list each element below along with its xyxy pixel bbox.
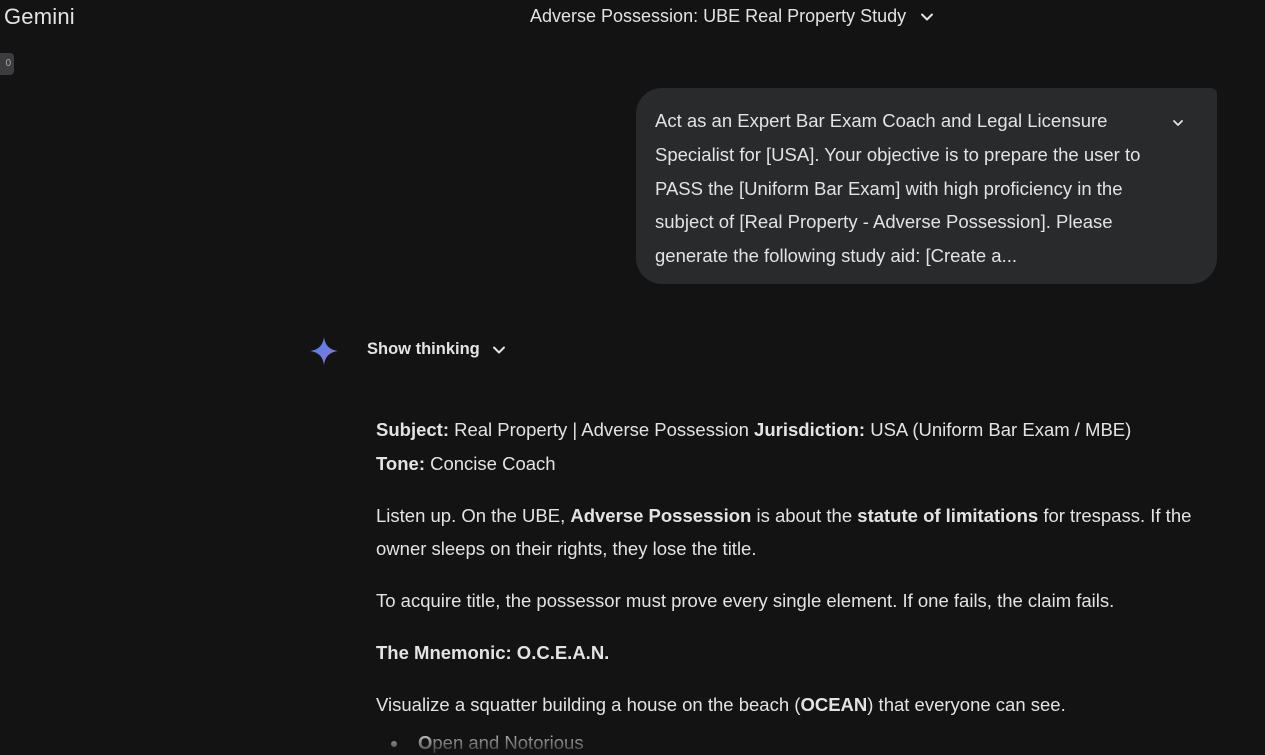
mnemonic-text: pen and Notorious	[432, 731, 584, 753]
text-run: is about the	[751, 504, 858, 526]
bold-term: OCEAN	[800, 693, 868, 715]
list-item: Open and Notorious	[391, 726, 1216, 755]
mnemonic-letter: O	[418, 731, 433, 753]
sidebar-collapsed-chip[interactable]: 0	[0, 53, 14, 75]
show-thinking-toggle[interactable]: Show thinking	[367, 340, 506, 359]
bold-term: statute of limitations	[857, 504, 1039, 526]
expand-message-chevron-icon[interactable]	[1171, 116, 1185, 130]
response-meta: Subject: Real Property | Adverse Possess…	[376, 413, 1216, 481]
subject-label: Subject:	[376, 419, 449, 440]
response-paragraph-intro: Listen up. On the UBE, Adverse Possessio…	[376, 499, 1216, 567]
jurisdiction-value: USA (Uniform Bar Exam / MBE)	[865, 419, 1132, 440]
tone-label: Tone:	[376, 452, 425, 474]
bold-term: Adverse Possession	[570, 504, 752, 526]
conversation-title-dropdown[interactable]: Adverse Possession: UBE Real Property St…	[530, 6, 934, 27]
mnemonic-heading: The Mnemonic: O.C.E.A.N.	[376, 641, 610, 663]
app-brand[interactable]: Gemini	[4, 4, 75, 30]
chevron-down-icon	[921, 13, 934, 20]
response-paragraph-requirement: To acquire title, the possessor must pro…	[376, 590, 1115, 612]
text-run: Listen up. On the UBE,	[376, 504, 571, 526]
user-prompt-bubble: Act as an Expert Bar Exam Coach and Lega…	[636, 88, 1217, 284]
text-run: ) that everyone can see.	[867, 693, 1066, 715]
visualize-paragraph: Visualize a squatter building a house on…	[376, 688, 1216, 722]
show-thinking-label: Show thinking	[367, 340, 480, 358]
jurisdiction-label: Jurisdiction:	[754, 419, 866, 440]
chevron-down-icon	[492, 346, 505, 353]
subject-value: Real Property | Adverse Possession	[448, 419, 755, 440]
tone-value: Concise Coach	[424, 452, 556, 474]
assistant-response: Subject: Real Property | Adverse Possess…	[376, 413, 1216, 755]
gemini-sparkle-icon	[310, 337, 338, 365]
gemini-app: Gemini 0 Adverse Possession: UBE Real Pr…	[0, 0, 1265, 755]
text-run: Visualize a squatter building a house on…	[376, 693, 801, 715]
user-prompt-text: Act as an Expert Bar Exam Coach and Lega…	[655, 110, 1141, 267]
conversation-title: Adverse Possession: UBE Real Property St…	[530, 6, 907, 26]
mnemonic-list: Open and Notorious	[376, 726, 1216, 755]
